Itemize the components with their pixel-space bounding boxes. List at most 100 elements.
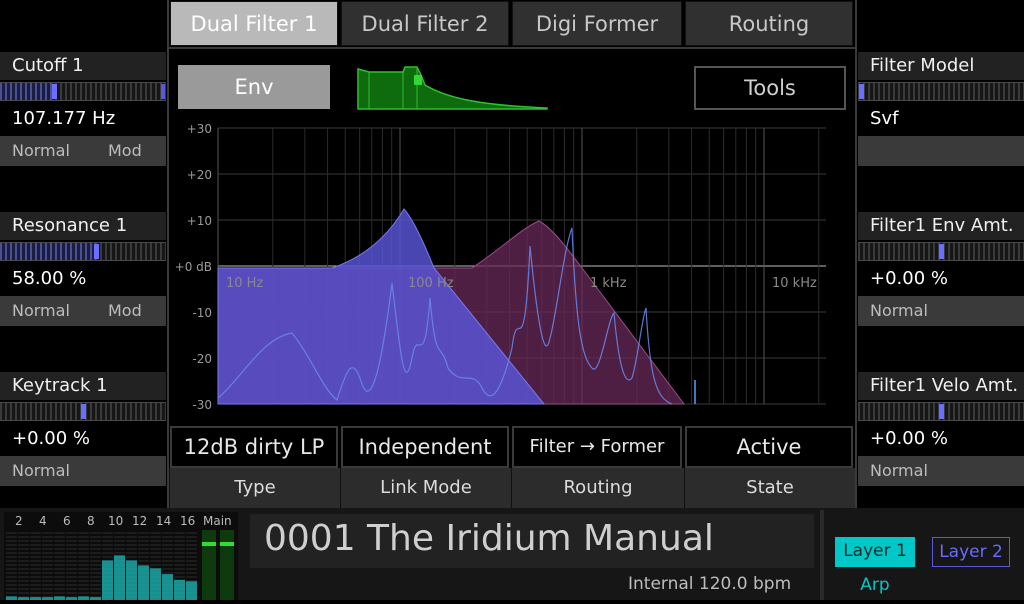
filter-model-slider[interactable] — [858, 82, 1024, 101]
meter-cell — [42, 584, 53, 586]
y-tick-label: +10 — [187, 214, 212, 228]
meter-cell — [78, 532, 89, 534]
meter-cell — [78, 560, 89, 562]
meter-cell — [54, 572, 65, 574]
layer-1-button[interactable]: Layer 1 — [835, 537, 915, 567]
meter-cell — [114, 544, 125, 546]
meter-cell — [42, 572, 53, 574]
meter-cell — [66, 556, 77, 558]
meter-cell — [102, 536, 113, 538]
meter-cell — [78, 544, 89, 546]
envelope-curve — [357, 66, 548, 110]
tab-dual-filter-1[interactable]: Dual Filter 1 — [170, 1, 338, 46]
env-amt-mode[interactable]: Normal — [870, 296, 928, 326]
resonance-mode[interactable]: Normal — [12, 296, 70, 326]
meter-cell — [102, 540, 113, 542]
meter-cell — [90, 556, 101, 558]
cutoff-mod[interactable]: Mod — [108, 136, 142, 166]
meter-cell — [186, 552, 197, 554]
envelope-handle[interactable] — [414, 75, 422, 85]
filter-response-graph[interactable]: +30 +20 +10 +0 dB -10 -20 -30 10 Hz 100 Hz 1 kHz… — [172, 118, 852, 414]
meter-cell — [90, 564, 101, 566]
env-amt-slider[interactable] — [858, 242, 1024, 261]
keytrack-mode[interactable]: Normal — [12, 456, 70, 486]
meter-cell — [42, 560, 53, 562]
meter-cell — [186, 576, 197, 578]
meter-cell — [66, 580, 77, 582]
meter-cell — [186, 564, 197, 566]
env-button[interactable]: Env — [178, 65, 330, 109]
filter-model-slider-thumb[interactable] — [859, 84, 864, 99]
state-label: State — [684, 468, 855, 508]
resonance-mode-row: Normal Mod — [0, 296, 166, 326]
meter-cell — [90, 592, 101, 594]
velo-amt-label: Filter1 Velo Amt. — [858, 372, 1024, 400]
meter-cell — [42, 544, 53, 546]
velo-amt-slider[interactable] — [858, 402, 1024, 421]
tab-dual-filter-2[interactable]: Dual Filter 2 — [341, 1, 509, 46]
cutoff-mode[interactable]: Normal — [12, 136, 70, 166]
type-value[interactable]: 12dB dirty LP — [170, 426, 338, 468]
meter-cell — [126, 536, 137, 538]
meter-cell — [78, 568, 89, 570]
link-mode-value[interactable]: Independent — [341, 426, 509, 468]
y-tick-label: -20 — [192, 352, 212, 366]
meter-cell — [114, 552, 125, 554]
main-meter — [220, 530, 234, 600]
arp-button[interactable]: Arp — [835, 571, 915, 599]
meter-cell — [186, 560, 197, 562]
filter-model-value[interactable]: Svf — [858, 103, 1024, 135]
envelope-preview[interactable] — [355, 63, 551, 111]
meter-cell — [186, 544, 197, 546]
meter-cell — [174, 544, 185, 546]
meter-cell — [54, 544, 65, 546]
meter-label: 8 — [87, 514, 95, 528]
meter-bar — [186, 581, 197, 600]
meter-cell — [54, 580, 65, 582]
env-amt-value[interactable]: +0.00 % — [858, 263, 1024, 295]
meter-cell — [174, 556, 185, 558]
resonance-slider-fill — [0, 243, 96, 260]
meter-cell — [30, 572, 41, 574]
keytrack-slider-thumb[interactable] — [81, 404, 86, 419]
y-tick-label: +20 — [187, 168, 212, 182]
meter-cell — [18, 544, 29, 546]
velo-amt-mode[interactable]: Normal — [870, 456, 928, 486]
meter-cell — [6, 544, 17, 546]
resonance-mod[interactable]: Mod — [108, 296, 142, 326]
tab-digi-former[interactable]: Digi Former — [512, 1, 682, 46]
tools-button[interactable]: Tools — [694, 66, 846, 110]
meter-cell — [138, 560, 149, 562]
resonance-slider[interactable] — [0, 242, 166, 261]
cutoff-slider-thumb[interactable] — [52, 84, 57, 99]
keytrack-slider[interactable] — [0, 402, 166, 421]
meter-cell — [6, 548, 17, 550]
meter-cell — [66, 536, 77, 538]
cutoff-slider[interactable] — [0, 82, 166, 101]
resonance-value[interactable]: 58.00 % — [0, 263, 166, 295]
meter-cell — [6, 564, 17, 566]
meter-cell — [162, 548, 173, 550]
patch-name-box[interactable]: 0001 The Iridium Manual — [250, 514, 814, 568]
meter-label: 16 — [180, 514, 196, 528]
meter-cell — [162, 540, 173, 542]
keytrack-value[interactable]: +0.00 % — [0, 423, 166, 455]
routing-value[interactable]: Filter → Former — [512, 426, 682, 468]
state-value[interactable]: Active — [685, 426, 853, 468]
cutoff-value[interactable]: 107.177 Hz — [0, 103, 166, 135]
meter-cell — [30, 556, 41, 558]
meter-cell — [66, 568, 77, 570]
meter-cell — [66, 592, 77, 594]
meter-cell — [30, 540, 41, 542]
layer-2-button[interactable]: Layer 2 — [932, 537, 1010, 567]
meter-cell — [174, 552, 185, 554]
tab-routing[interactable]: Routing — [685, 1, 853, 46]
resonance-slider-thumb[interactable] — [94, 244, 99, 259]
velo-amt-value[interactable]: +0.00 % — [858, 423, 1024, 455]
meter-cell — [42, 588, 53, 590]
meter-cell — [30, 532, 41, 534]
meter-cell — [90, 584, 101, 586]
tempo-display[interactable]: Internal 120.0 bpm — [628, 574, 791, 594]
env-amt-slider-thumb[interactable] — [939, 244, 944, 259]
velo-amt-slider-thumb[interactable] — [939, 404, 944, 419]
